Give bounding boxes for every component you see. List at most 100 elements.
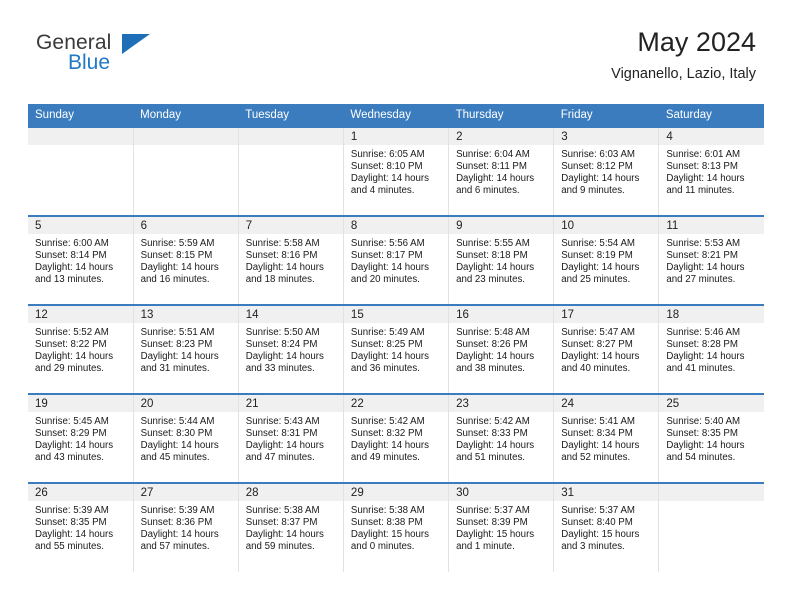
daylight-text: Daylight: 14 hours and 45 minutes. <box>140 440 219 464</box>
calendar-cell-day-13[interactable]: 13 Sunrise: 5:51 AM Sunset: 8:23 PM Dayligh… <box>133 304 239 394</box>
sunrise-text: Sunrise: 5:52 AM <box>35 327 109 338</box>
day-number: 20 <box>133 395 238 412</box>
daylight-text: Daylight: 14 hours and 18 minutes. <box>245 262 324 286</box>
sunrise-text: Sunrise: 5:39 AM <box>140 505 215 516</box>
day-number: 25 <box>659 395 764 412</box>
daylight-text: Daylight: 14 hours and 59 minutes. <box>245 529 324 553</box>
calendar-cell-day-10[interactable]: 10 Sunrise: 5:54 AM Sunset: 8:19 PM Dayligh… <box>553 215 660 305</box>
calendar-cell-day-29[interactable]: 29 Sunrise: 5:38 AM Sunset: 8:38 PM Dayligh… <box>343 482 450 572</box>
sunset-text: Sunset: 8:28 PM <box>666 339 738 351</box>
sunset-text: Sunset: 8:19 PM <box>561 250 633 262</box>
calendar-cell-day-27[interactable]: 27 Sunrise: 5:39 AM Sunset: 8:36 PM Dayligh… <box>133 482 239 572</box>
sunset-text: Sunset: 8:29 PM <box>35 428 107 440</box>
day-number: 19 <box>28 395 133 412</box>
logo-triangle-icon <box>122 34 150 54</box>
calendar-cell-day-7[interactable]: 7 Sunrise: 5:58 AM Sunset: 8:16 PM Daylight… <box>238 215 344 305</box>
day-details: Sunrise: 5:37 AM Sunset: 8:39 PM Daylight:… <box>449 501 553 553</box>
sunrise-text: Sunrise: 5:46 AM <box>666 327 741 338</box>
sunrise-text: Sunrise: 5:45 AM <box>35 416 109 427</box>
day-details: Sunrise: 5:45 AM Sunset: 8:29 PM Daylight:… <box>28 412 133 464</box>
day-number: 7 <box>238 217 343 234</box>
daylight-text: Daylight: 14 hours and 29 minutes. <box>35 351 114 375</box>
day-details: Sunrise: 5:39 AM Sunset: 8:35 PM Daylight:… <box>28 501 133 553</box>
sunset-text: Sunset: 8:38 PM <box>350 517 423 529</box>
sunrise-text: Sunrise: 5:56 AM <box>350 238 425 249</box>
sunset-text: Sunset: 8:34 PM <box>561 428 633 440</box>
sunset-text: Sunset: 8:23 PM <box>140 339 213 351</box>
general-blue-logo[interactable]: General Blue <box>36 32 236 80</box>
day-details: Sunrise: 6:03 AM Sunset: 8:12 PM Daylight:… <box>554 145 658 197</box>
calendar-cell-day-3[interactable]: 3 Sunrise: 6:03 AM Sunset: 8:12 PM Daylight… <box>553 126 660 216</box>
day-number: 8 <box>343 217 449 234</box>
calendar-cell-day-11[interactable]: 11 Sunrise: 5:53 AM Sunset: 8:21 PM Dayligh… <box>658 215 764 305</box>
calendar-cell-day-1[interactable]: 1 Sunrise: 6:05 AM Sunset: 8:10 PM Daylight… <box>343 126 450 216</box>
calendar-cell-day-17[interactable]: 17 Sunrise: 5:47 AM Sunset: 8:27 PM Dayligh… <box>553 304 660 394</box>
calendar-cell-day-26[interactable]: 26 Sunrise: 5:39 AM Sunset: 8:35 PM Dayligh… <box>28 482 134 572</box>
daylight-text: Daylight: 14 hours and 36 minutes. <box>350 351 430 375</box>
day-details: Sunrise: 5:48 AM Sunset: 8:26 PM Daylight:… <box>449 323 553 375</box>
day-number: 9 <box>449 217 554 234</box>
calendar-header-row: Sunday Monday Tuesday Wednesday Thursday Frid… <box>28 104 764 127</box>
calendar-cell-day-8[interactable]: 8 Sunrise: 5:56 AM Sunset: 8:17 PM Daylight… <box>343 215 450 305</box>
day-number <box>133 128 238 145</box>
sunset-text: Sunset: 8:26 PM <box>456 339 528 351</box>
calendar-cell-day-31[interactable]: 31 Sunrise: 5:37 AM Sunset: 8:40 PM Dayligh… <box>553 482 660 572</box>
calendar-cell-day-4[interactable]: 4 Sunrise: 6:01 AM Sunset: 8:13 PM Daylight… <box>658 126 764 216</box>
calendar-cell-day-21[interactable]: 21 Sunrise: 5:43 AM Sunset: 8:31 PM Dayligh… <box>238 393 344 483</box>
daylight-text: Daylight: 14 hours and 54 minutes. <box>666 440 745 464</box>
calendar-cell-day-5[interactable]: 5 Sunrise: 6:00 AM Sunset: 8:14 PM Daylight… <box>28 215 134 305</box>
sunset-text: Sunset: 8:27 PM <box>561 339 633 351</box>
calendar-cell-day-23[interactable]: 23 Sunrise: 5:42 AM Sunset: 8:33 PM Dayligh… <box>448 393 555 483</box>
sunset-text: Sunset: 8:14 PM <box>35 250 107 262</box>
weekday-header-tuesday: Tuesday <box>238 104 344 127</box>
sunset-text: Sunset: 8:25 PM <box>350 339 423 351</box>
page-title: May 2024 <box>637 27 756 57</box>
calendar-cell-empty <box>238 126 344 216</box>
calendar-cell-empty <box>133 126 239 216</box>
daylight-text: Daylight: 15 hours and 1 minute. <box>456 529 535 553</box>
calendar-cell-day-28[interactable]: 28 Sunrise: 5:38 AM Sunset: 8:37 PM Dayligh… <box>238 482 344 572</box>
calendar-cell-day-9[interactable]: 9 Sunrise: 5:55 AM Sunset: 8:18 PM Daylight… <box>448 215 555 305</box>
calendar-cell-day-6[interactable]: 6 Sunrise: 5:59 AM Sunset: 8:15 PM Daylight… <box>133 215 239 305</box>
calendar-cell-day-19[interactable]: 19 Sunrise: 5:45 AM Sunset: 8:29 PM Dayligh… <box>28 393 134 483</box>
day-number: 5 <box>28 217 133 234</box>
calendar-cell-day-25[interactable]: 25 Sunrise: 5:40 AM Sunset: 8:35 PM Dayligh… <box>658 393 764 483</box>
calendar-cell-day-2[interactable]: 2 Sunrise: 6:04 AM Sunset: 8:11 PM Daylight… <box>448 126 555 216</box>
sunset-text: Sunset: 8:22 PM <box>35 339 107 351</box>
sunrise-text: Sunrise: 5:41 AM <box>561 416 635 427</box>
day-details: Sunrise: 5:52 AM Sunset: 8:22 PM Daylight:… <box>28 323 133 375</box>
daylight-text: Daylight: 14 hours and 41 minutes. <box>666 351 745 375</box>
calendar-cell-day-30[interactable]: 30 Sunrise: 5:37 AM Sunset: 8:39 PM Dayligh… <box>448 482 555 572</box>
calendar-cell-day-24[interactable]: 24 Sunrise: 5:41 AM Sunset: 8:34 PM Dayligh… <box>553 393 660 483</box>
calendar-cell-day-15[interactable]: 15 Sunrise: 5:49 AM Sunset: 8:25 PM Dayligh… <box>343 304 450 394</box>
day-number: 28 <box>238 484 343 501</box>
daylight-text: Daylight: 14 hours and 47 minutes. <box>245 440 324 464</box>
day-details: Sunrise: 5:41 AM Sunset: 8:34 PM Daylight:… <box>554 412 658 464</box>
day-number: 27 <box>133 484 238 501</box>
day-details: Sunrise: 5:39 AM Sunset: 8:36 PM Daylight:… <box>134 501 238 553</box>
calendar-cell-day-16[interactable]: 16 Sunrise: 5:48 AM Sunset: 8:26 PM Dayligh… <box>448 304 555 394</box>
calendar-cell-day-20[interactable]: 20 Sunrise: 5:44 AM Sunset: 8:30 PM Dayligh… <box>133 393 239 483</box>
page-location: Vignanello, Lazio, Italy <box>611 66 756 82</box>
day-details: Sunrise: 5:55 AM Sunset: 8:18 PM Daylight:… <box>449 234 553 286</box>
daylight-text: Daylight: 14 hours and 40 minutes. <box>561 351 640 375</box>
daylight-text: Daylight: 14 hours and 57 minutes. <box>140 529 219 553</box>
calendar-cell-day-22[interactable]: 22 Sunrise: 5:42 AM Sunset: 8:32 PM Dayligh… <box>343 393 450 483</box>
calendar-cell-day-12[interactable]: 12 Sunrise: 5:52 AM Sunset: 8:22 PM Dayligh… <box>28 304 134 394</box>
day-details: Sunrise: 6:01 AM Sunset: 8:13 PM Daylight:… <box>659 145 764 197</box>
daylight-text: Daylight: 14 hours and 52 minutes. <box>561 440 640 464</box>
day-details: Sunrise: 5:42 AM Sunset: 8:32 PM Daylight:… <box>344 412 448 464</box>
daylight-text: Daylight: 14 hours and 33 minutes. <box>245 351 324 375</box>
sunset-text: Sunset: 8:17 PM <box>350 250 423 262</box>
sunrise-text: Sunrise: 5:53 AM <box>666 238 741 249</box>
sunrise-text: Sunrise: 5:47 AM <box>561 327 635 338</box>
daylight-text: Daylight: 14 hours and 11 minutes. <box>666 173 745 197</box>
day-number: 3 <box>554 128 659 145</box>
sunrise-text: Sunrise: 5:44 AM <box>140 416 215 427</box>
calendar-week-row: 5 Sunrise: 6:00 AM Sunset: 8:14 PM Daylight… <box>28 215 764 305</box>
sunrise-text: Sunrise: 5:48 AM <box>456 327 530 338</box>
day-number: 4 <box>659 128 764 145</box>
day-details: Sunrise: 5:51 AM Sunset: 8:23 PM Daylight:… <box>134 323 238 375</box>
calendar-cell-day-14[interactable]: 14 Sunrise: 5:50 AM Sunset: 8:24 PM Dayligh… <box>238 304 344 394</box>
calendar-cell-day-18[interactable]: 18 Sunrise: 5:46 AM Sunset: 8:28 PM Dayligh… <box>658 304 764 394</box>
